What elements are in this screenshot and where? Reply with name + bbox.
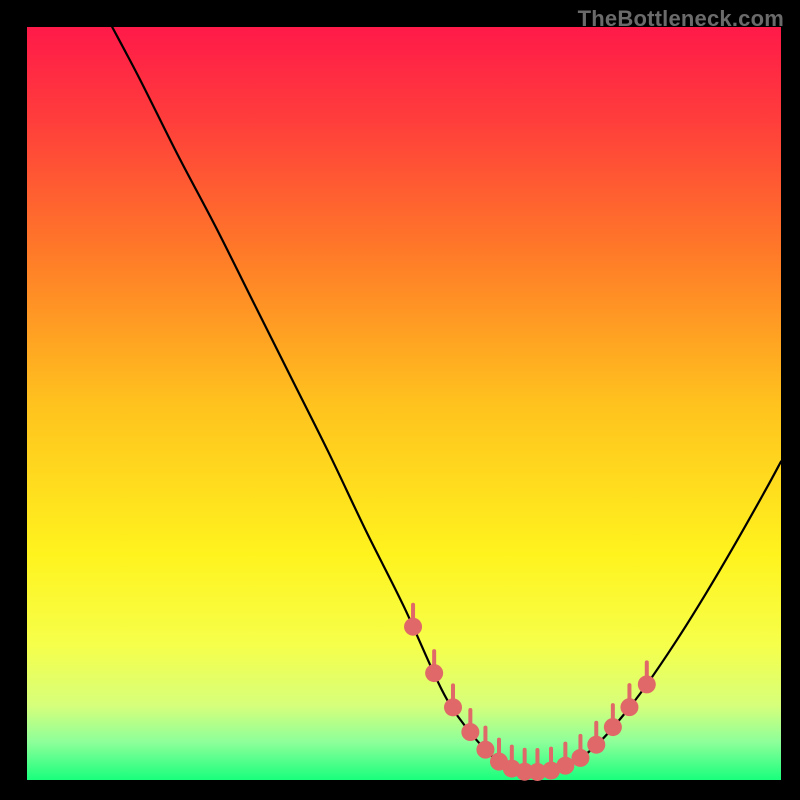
highlight-dot: [476, 741, 494, 759]
chart-frame: TheBottleneck.com: [0, 0, 800, 800]
chart-canvas: [0, 0, 800, 800]
highlight-dot: [404, 618, 422, 636]
highlight-dot: [587, 736, 605, 754]
highlight-dot: [604, 718, 622, 736]
highlight-dot: [444, 698, 462, 716]
highlight-dot: [571, 749, 589, 767]
highlight-dot: [620, 698, 638, 716]
highlight-dot: [461, 723, 479, 741]
plot-background: [27, 27, 781, 780]
highlight-dot: [425, 664, 443, 682]
highlight-dot: [638, 675, 656, 693]
